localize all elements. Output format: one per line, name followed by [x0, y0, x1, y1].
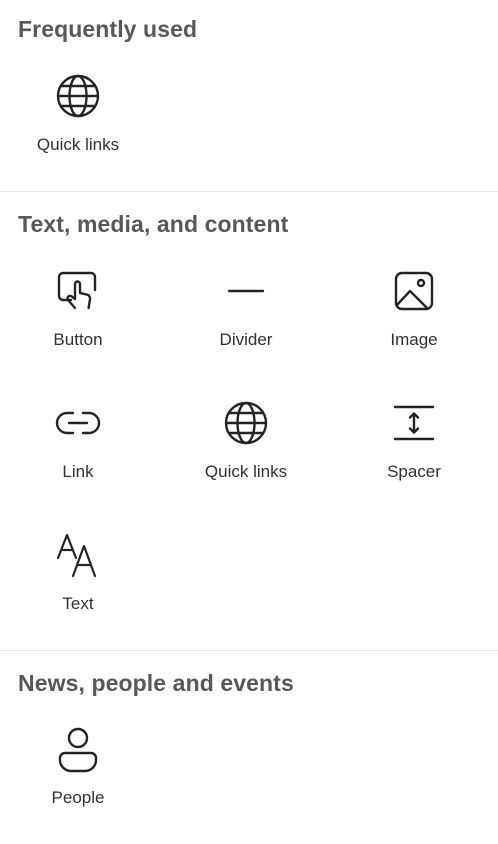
tile-label: Divider — [219, 330, 273, 349]
image-icon — [390, 267, 438, 315]
link-icon — [54, 399, 102, 447]
tile-label: Image — [390, 330, 438, 349]
section-title: Frequently used — [18, 16, 198, 42]
tile-label: Quick links — [204, 462, 288, 481]
globe-icon — [222, 399, 270, 447]
tile-label: People — [51, 788, 105, 807]
webpart-tile-image[interactable]: Image — [334, 264, 494, 384]
webpart-tile-link[interactable]: Link — [0, 396, 158, 516]
webpart-tile-people[interactable]: People — [0, 724, 158, 844]
webpart-tile-button[interactable]: Button — [0, 264, 158, 384]
person-icon — [54, 726, 102, 774]
tile-label: Button — [53, 330, 103, 349]
tile-label: Link — [62, 462, 94, 481]
globe-icon — [54, 72, 102, 120]
tile-label: Text — [62, 594, 94, 613]
section-title: News, people and events — [18, 670, 294, 696]
tile-label: Spacer — [387, 462, 441, 481]
webpart-tile-quick-links[interactable]: Quick links — [166, 396, 326, 516]
button-touch-icon — [54, 267, 102, 315]
section-divider — [0, 191, 498, 192]
webpart-tile-spacer[interactable]: Spacer — [334, 396, 494, 516]
spacer-icon — [390, 399, 438, 447]
divider-line-icon — [222, 267, 270, 315]
text-size-icon — [54, 531, 102, 579]
tile-label: Quick links — [36, 135, 120, 154]
section-title: Text, media, and content — [18, 211, 289, 237]
webpart-tile-quick-links[interactable]: Quick links — [0, 68, 158, 188]
webpart-tile-text[interactable]: Text — [0, 528, 158, 648]
section-divider — [0, 650, 498, 651]
webpart-tile-divider[interactable]: Divider — [166, 264, 326, 384]
